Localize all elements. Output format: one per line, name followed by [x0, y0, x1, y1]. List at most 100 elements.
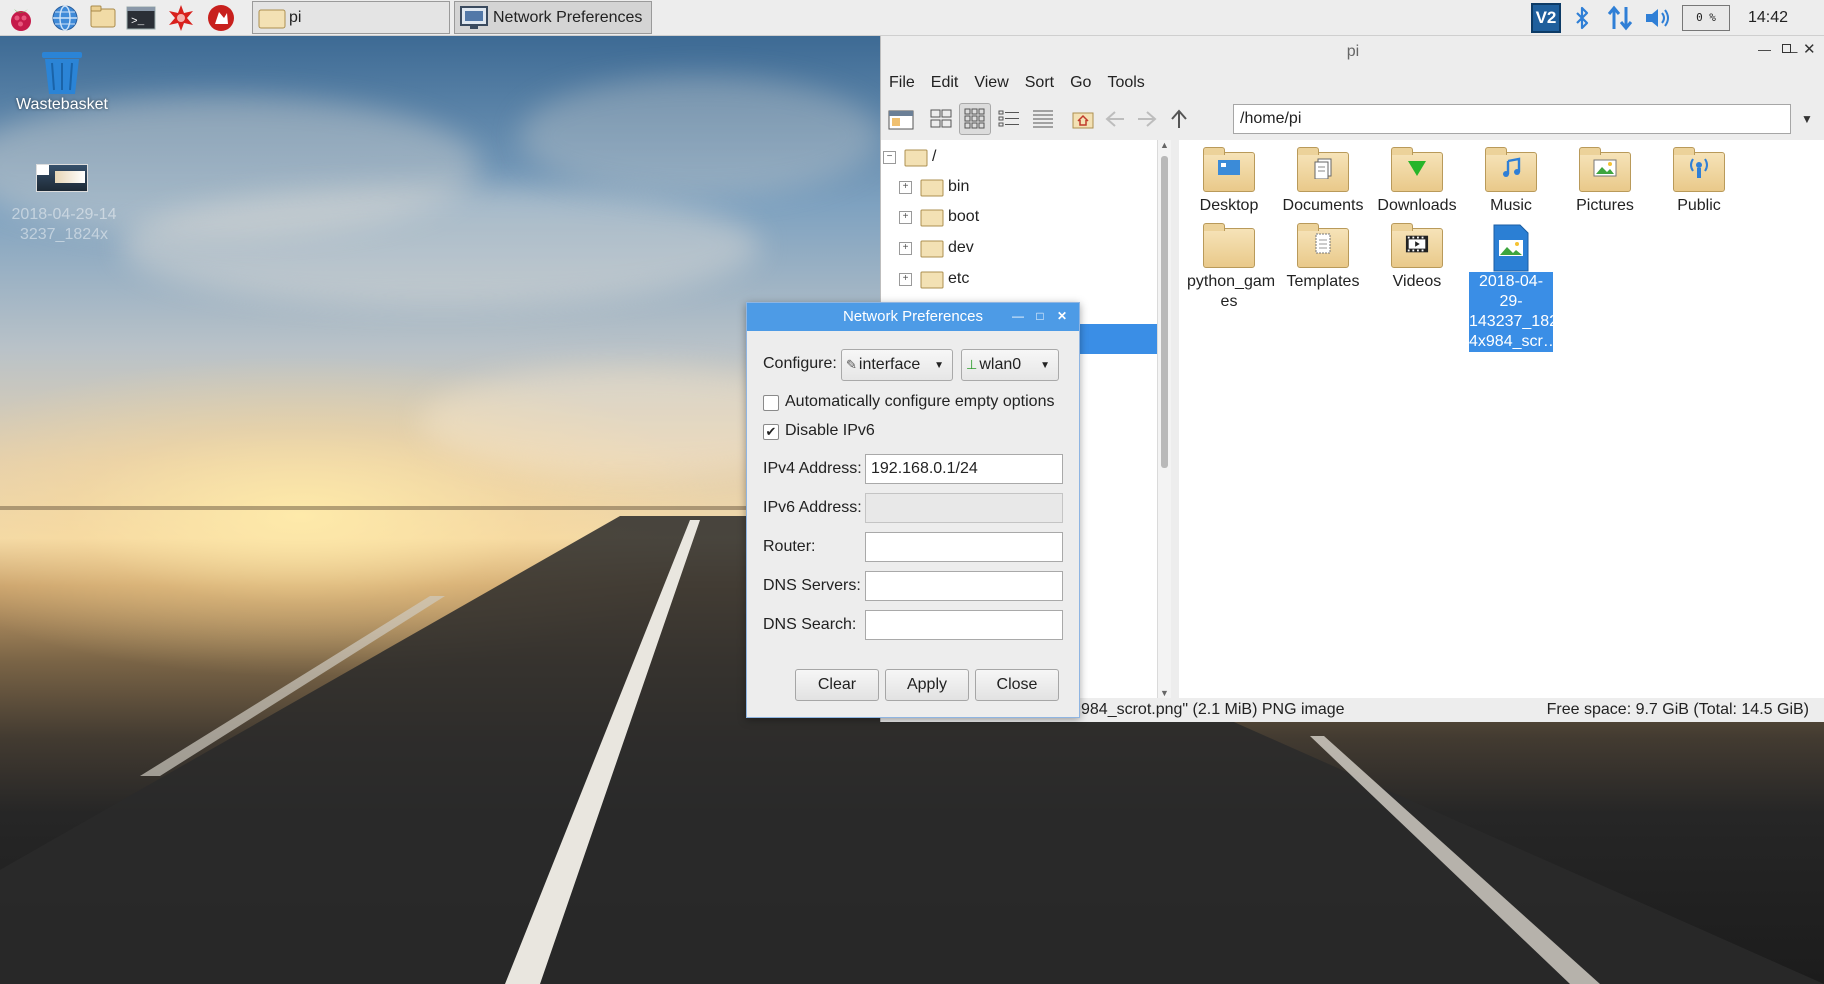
dns-servers-input[interactable]	[865, 571, 1063, 601]
folder-icon	[920, 240, 944, 258]
menu-edit[interactable]: Edit	[923, 74, 967, 92]
status-free-space: Free space: 9.7 GiB (Total: 14.5 GiB)	[1546, 701, 1809, 718]
vnc-icon[interactable]: V2	[1528, 0, 1564, 36]
screenshot-file-label: 2018-04-29-14 3237_1824x	[11, 206, 117, 243]
detailed-list-view-icon[interactable]	[1027, 103, 1059, 135]
file-item-python-games[interactable]: python_gam es	[1187, 220, 1276, 312]
dns-search-input[interactable]	[865, 610, 1063, 640]
tree-item-root[interactable]: − /	[883, 142, 936, 172]
file-item-downloads[interactable]: Downloads	[1375, 144, 1459, 216]
path-input[interactable]: /home/pi	[1233, 104, 1791, 134]
interface-value: wlan0	[979, 356, 1022, 373]
dns-search-label: DNS Search:	[763, 616, 857, 633]
tree-item-label: dev	[948, 239, 974, 256]
thumbnail-view-icon[interactable]	[959, 103, 991, 135]
tree-item-label: /	[932, 148, 937, 165]
menu-sort[interactable]: Sort	[1017, 74, 1062, 92]
auto-configure-label[interactable]: Automatically configure empty options	[785, 393, 1054, 411]
file-label: 2018-04-29- 143237_182 4x984_scr…	[1469, 272, 1559, 352]
file-label: python_gam es	[1187, 273, 1276, 310]
configure-type-value: interface	[858, 356, 921, 373]
pane-divider[interactable]	[1171, 140, 1179, 698]
tree-item-bin[interactable]: + bin	[899, 172, 969, 202]
file-label: Desktop	[1199, 197, 1259, 214]
expand-icon[interactable]: +	[899, 272, 912, 286]
bluetooth-icon[interactable]	[1570, 0, 1594, 36]
terminal-icon[interactable]: >_	[126, 4, 156, 32]
disable-ipv6-label[interactable]: Disable IPv6	[785, 422, 875, 440]
raspberry-menu-icon[interactable]	[6, 4, 36, 32]
file-manager-icon[interactable]	[88, 4, 118, 32]
file-item-public[interactable]: Public	[1657, 144, 1741, 216]
file-item-documents[interactable]: Documents	[1281, 144, 1365, 216]
file-label: Templates	[1286, 273, 1360, 290]
file-item-videos[interactable]: Videos	[1375, 220, 1459, 292]
network-preferences-dialog: Network Preferences — □ ✕ Configure: ✎ i…	[746, 302, 1080, 718]
file-label: Public	[1677, 197, 1721, 214]
tree-item-boot[interactable]: + boot	[899, 202, 979, 232]
minimize-icon[interactable]: —	[1011, 309, 1025, 323]
maximize-icon[interactable]	[1782, 44, 1791, 53]
scroll-down-icon[interactable]: ▼	[1160, 688, 1169, 698]
disable-ipv6-checkbox[interactable]: ✔	[763, 424, 779, 440]
file-item-desktop[interactable]: Desktop	[1187, 144, 1271, 216]
new-window-icon[interactable]	[885, 103, 917, 135]
ipv6-address-input	[865, 493, 1063, 523]
back-arrow-icon[interactable]	[1099, 103, 1131, 135]
compact-view-icon[interactable]	[993, 103, 1025, 135]
web-browser-icon[interactable]	[50, 4, 80, 32]
tree-item-etc[interactable]: + etc	[899, 264, 969, 294]
task-network-preferences[interactable]: Network Preferences	[454, 1, 652, 34]
clock[interactable]: 14:42	[1738, 0, 1798, 36]
icon-view-icon[interactable]	[925, 103, 957, 135]
file-item-pictures[interactable]: Pictures	[1563, 144, 1647, 216]
close-icon[interactable]: ✕	[1803, 40, 1816, 58]
scroll-up-icon[interactable]: ▲	[1160, 140, 1169, 150]
expand-icon[interactable]: +	[899, 180, 912, 194]
close-button[interactable]: Close	[975, 669, 1059, 701]
router-input[interactable]	[865, 532, 1063, 562]
file-item-templates[interactable]: Templates	[1281, 220, 1365, 292]
forward-arrow-icon[interactable]	[1131, 103, 1163, 135]
path-history-dropdown-icon[interactable]: ▼	[1791, 103, 1823, 135]
menu-go[interactable]: Go	[1062, 74, 1099, 92]
screenshot-thumbnail-icon[interactable]	[36, 164, 88, 192]
scrollbar-thumb[interactable]	[1161, 156, 1168, 468]
menu-view[interactable]: View	[966, 74, 1016, 92]
tree-item-label: boot	[948, 208, 980, 225]
tree-item-dev[interactable]: + dev	[899, 233, 974, 263]
tree-scrollbar[interactable]: ▲ ▼	[1157, 140, 1172, 698]
menu-file[interactable]: File	[881, 74, 923, 92]
file-label: Documents	[1282, 197, 1364, 214]
task-file-manager[interactable]: pi	[252, 1, 450, 34]
file-item-music[interactable]: Music	[1469, 144, 1553, 216]
up-arrow-icon[interactable]	[1163, 103, 1195, 135]
ipv4-address-input[interactable]: 192.168.0.1/24	[865, 454, 1063, 484]
taskbar: >_ pi Network Preferences V2 0 % 14:42	[0, 0, 1824, 36]
interface-select[interactable]: ⊥ wlan0 ▼	[961, 349, 1059, 381]
configure-type-select[interactable]: ✎ interface ▼	[841, 349, 953, 381]
volume-icon[interactable]	[1642, 0, 1674, 36]
menu-tools[interactable]: Tools	[1099, 74, 1152, 92]
apply-button[interactable]: Apply	[885, 669, 969, 701]
cpu-monitor[interactable]: 0 %	[1680, 0, 1732, 36]
maximize-icon[interactable]: □	[1033, 309, 1047, 323]
dns-servers-label: DNS Servers:	[763, 577, 861, 594]
minimize-icon[interactable]: —	[1758, 42, 1771, 57]
expand-icon[interactable]: +	[899, 241, 912, 255]
file-label: Videos	[1392, 273, 1442, 290]
wastebasket-icon[interactable]	[38, 50, 86, 96]
math-kernel-icon[interactable]	[166, 4, 196, 32]
network-arrows-icon[interactable]	[1604, 0, 1636, 36]
collapse-icon[interactable]: −	[883, 150, 896, 164]
folder-icon	[920, 209, 944, 227]
wireless-icon: ⊥	[966, 357, 978, 372]
close-icon[interactable]: ✕	[1055, 309, 1069, 323]
wolfram-icon[interactable]	[206, 4, 236, 32]
expand-icon[interactable]: +	[899, 210, 912, 224]
auto-configure-checkbox[interactable]	[763, 395, 779, 411]
clear-button[interactable]: Clear	[795, 669, 879, 701]
task-label: pi	[289, 8, 302, 26]
home-icon[interactable]	[1067, 103, 1099, 135]
file-item-screenshot[interactable]: 2018-04-29- 143237_182 4x984_scr…	[1469, 220, 1559, 352]
